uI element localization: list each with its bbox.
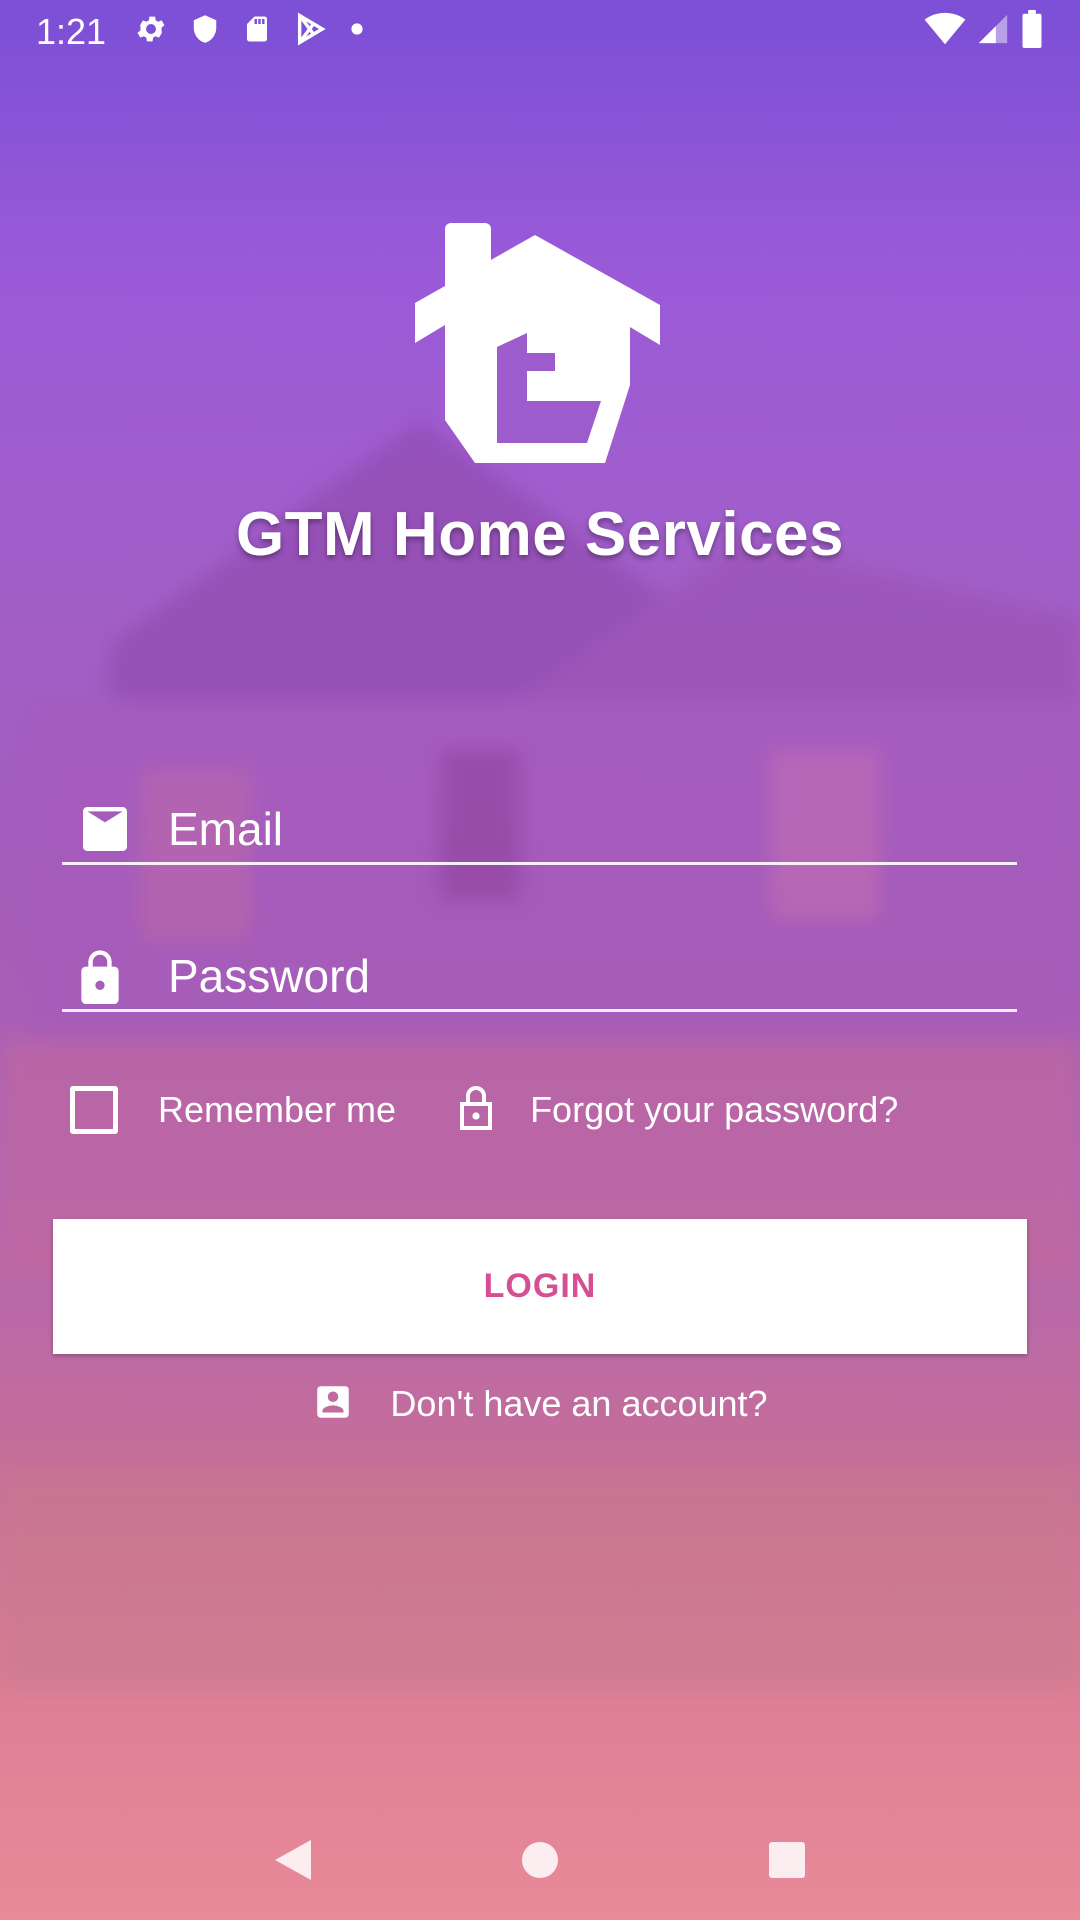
- lock-open-icon: [456, 1084, 496, 1137]
- navigation-bar: [0, 1800, 1080, 1920]
- email-field-container: [62, 793, 1017, 865]
- settings-icon: [134, 12, 168, 51]
- account-box-icon: [312, 1381, 354, 1428]
- forgot-password-label: Forgot your password?: [530, 1089, 899, 1130]
- password-input[interactable]: [146, 940, 986, 1011]
- remember-me-label: Remember me: [158, 1089, 397, 1130]
- login-options-row: Remember me Forgot your password?: [70, 1080, 1030, 1140]
- signup-label: Don't have an account?: [390, 1383, 768, 1424]
- app-logo: GTM Home Services: [0, 215, 1080, 570]
- signal-icon: [976, 12, 1010, 51]
- remember-me-checkbox[interactable]: [70, 1086, 118, 1134]
- email-icon: [62, 801, 146, 857]
- back-icon[interactable]: [248, 1815, 338, 1905]
- status-time: 1:21: [36, 10, 107, 52]
- login-button[interactable]: LOGIN: [53, 1219, 1027, 1354]
- home-icon[interactable]: [495, 1815, 585, 1905]
- dot-icon: [350, 22, 364, 41]
- shield-icon: [190, 12, 220, 51]
- status-bar: 1:21: [0, 0, 1080, 63]
- lock-icon: [62, 948, 146, 1004]
- battery-icon: [1020, 10, 1044, 53]
- sd-card-icon: [242, 12, 272, 51]
- email-input[interactable]: [146, 793, 986, 864]
- wifi-icon: [924, 12, 966, 51]
- password-field-container: [62, 940, 1017, 1012]
- forgot-password-link[interactable]: Forgot your password?: [456, 1084, 898, 1137]
- house-g-icon: [415, 223, 660, 463]
- remember-me-toggle[interactable]: Remember me: [70, 1086, 396, 1134]
- recents-icon[interactable]: [742, 1815, 832, 1905]
- play-store-icon: [294, 12, 328, 51]
- app-name: GTM Home Services: [235, 500, 845, 569]
- signup-link[interactable]: Don't have an account?: [0, 1378, 1080, 1430]
